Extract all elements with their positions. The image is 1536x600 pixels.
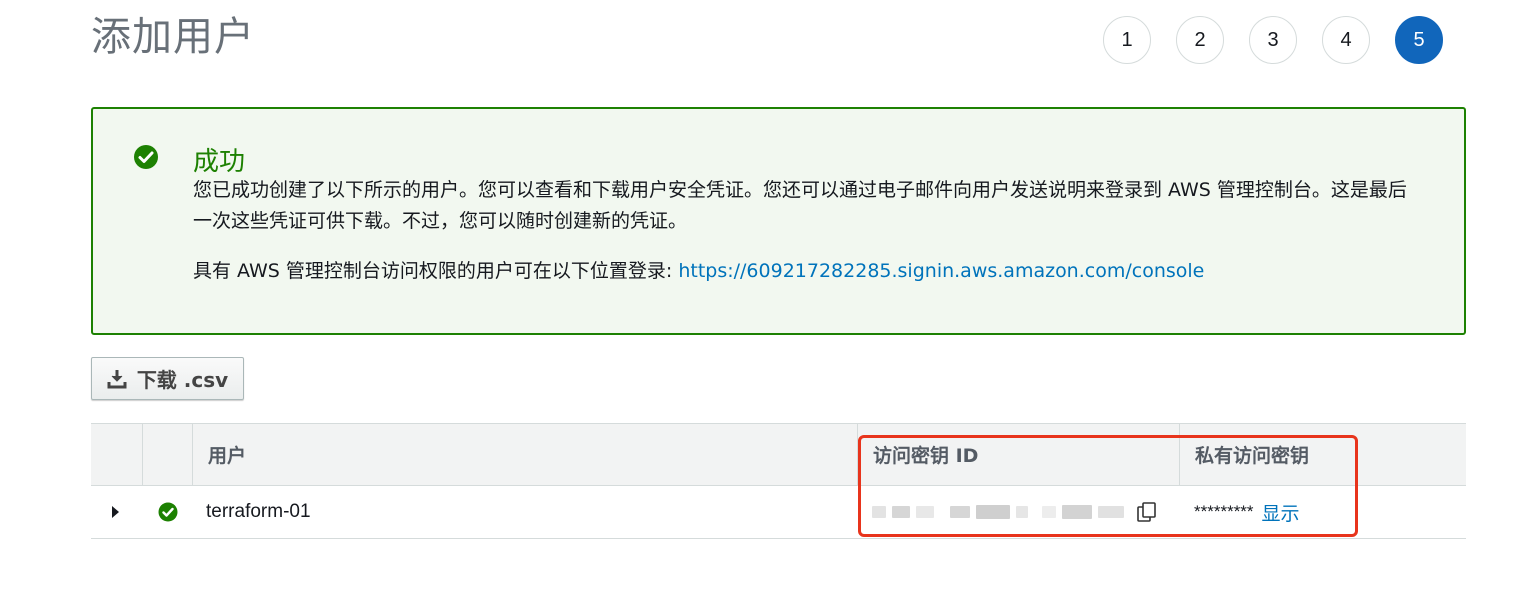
download-csv-button[interactable]: 下载 .csv <box>91 357 244 400</box>
credentials-table: 用户 访问密钥 ID 私有访问密钥 terraform-01 *********… <box>91 423 1466 539</box>
column-header-user[interactable]: 用户 <box>192 424 857 485</box>
page-title: 添加用户 <box>91 14 255 60</box>
step-4[interactable]: 4 <box>1322 16 1370 64</box>
expand-cell[interactable] <box>91 486 142 538</box>
column-header-expand <box>91 424 142 485</box>
column-header-secret-key[interactable]: 私有访问密钥 <box>1179 424 1466 485</box>
secret-key-masked: ********* <box>1194 502 1254 521</box>
check-circle-icon <box>158 502 178 522</box>
download-icon <box>107 369 127 388</box>
show-secret-link[interactable]: 显示 <box>1262 499 1300 526</box>
step-2[interactable]: 2 <box>1176 16 1224 64</box>
add-user-page: 添加用户 1 2 3 4 5 成功 您已成功创建了以下所示的用户。您可以查看和下… <box>0 0 1536 600</box>
download-csv-label: 下载 .csv <box>136 368 229 392</box>
column-header-status <box>142 424 192 485</box>
check-circle-icon <box>134 145 158 169</box>
wizard-steps: 1 2 3 4 5 <box>1103 16 1443 64</box>
signin-info: 具有 AWS 管理控制台访问权限的用户可在以下位置登录: https://609… <box>193 256 1204 283</box>
table-row: terraform-01 ********* 显示 <box>91 486 1466 539</box>
success-alert: 成功 您已成功创建了以下所示的用户。您可以查看和下载用户安全凭证。您还可以通过电… <box>91 107 1466 335</box>
signin-url-link[interactable]: https://609217282285.signin.aws.amazon.c… <box>678 260 1204 282</box>
secret-key-cell: ********* 显示 <box>1179 486 1466 538</box>
step-3[interactable]: 3 <box>1249 16 1297 64</box>
table-header: 用户 访问密钥 ID 私有访问密钥 <box>91 423 1466 486</box>
step-1[interactable]: 1 <box>1103 16 1151 64</box>
access-key-id-redacted <box>872 505 1124 519</box>
access-key-id-cell <box>857 486 1179 538</box>
copy-icon[interactable] <box>1136 501 1158 523</box>
status-cell <box>142 486 192 538</box>
step-5[interactable]: 5 <box>1395 16 1443 64</box>
column-header-access-key-id[interactable]: 访问密钥 ID <box>857 424 1179 485</box>
alert-title: 成功 <box>193 147 246 177</box>
user-name-cell: terraform-01 <box>206 501 311 522</box>
signin-prefix: 具有 AWS 管理控制台访问权限的用户可在以下位置登录: <box>193 260 679 282</box>
caret-right-icon[interactable] <box>112 506 119 518</box>
alert-body: 您已成功创建了以下所示的用户。您可以查看和下载用户安全凭证。您还可以通过电子邮件… <box>193 179 1407 232</box>
